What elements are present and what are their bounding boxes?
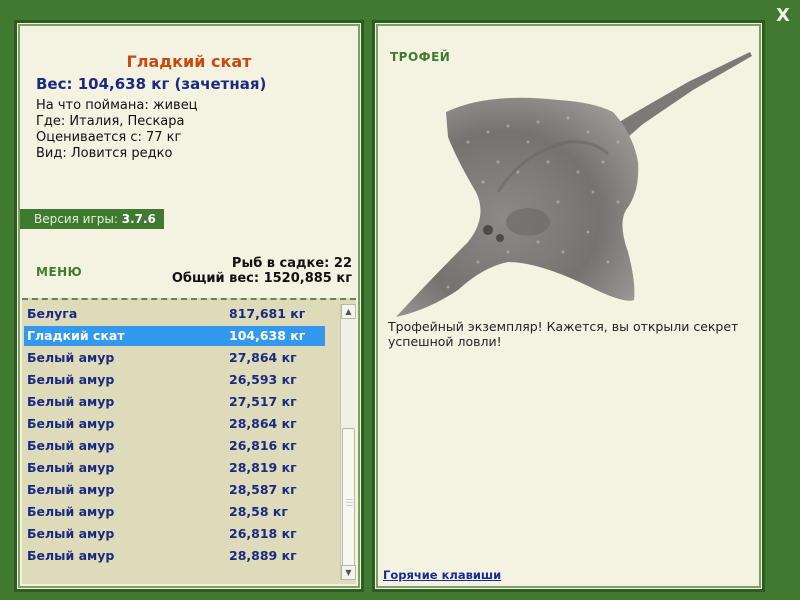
catch-list-item[interactable]: Белый амур 28,58 кг: [24, 502, 325, 522]
catch-list-scrollbar[interactable]: ▲ — — — ▼: [340, 304, 356, 580]
fish-place: Где: Италия, Пескара: [36, 114, 185, 129]
trophy-message: Трофейный экземпляр! Кажется, вы открыли…: [388, 319, 739, 349]
fish-name: Гладкий скат: [126, 52, 252, 71]
catch-list-item[interactable]: Белый амур 26,593 кг: [24, 370, 325, 390]
catch-list-item[interactable]: Белый амур 26,816 кг: [24, 436, 325, 456]
catch-fish-weight: 27,517 кг: [229, 394, 297, 409]
fish-rating: Оценивается с: 77 кг: [36, 130, 182, 145]
right-panel-inner: ТРОФЕЙ Трофейный экземпляр! Кажется, вы …: [380, 28, 757, 584]
catch-fish-weight: 28,58 кг: [229, 504, 288, 519]
left-panel-inner: Гладкий скат Вес: 104,638 кг (зачетная) …: [20, 28, 356, 584]
catch-list-item[interactable]: Белый амур 27,864 кг: [24, 348, 325, 368]
stingray-image: [396, 52, 752, 317]
fish-weight: Вес: 104,638 кг (зачетная): [36, 75, 267, 93]
scroll-up-icon[interactable]: ▲: [341, 304, 356, 319]
fish-kind: Вид: Ловится редко: [36, 146, 173, 161]
close-button[interactable]: X: [772, 5, 794, 27]
catch-list-item[interactable]: Белый амур 28,819 кг: [24, 458, 325, 478]
catch-fish-weight: 28,864 кг: [229, 416, 297, 431]
catch-list-item[interactable]: Белый амур 28,864 кг: [24, 414, 325, 434]
catch-list-item[interactable]: Белуга 817,681 кг: [24, 304, 325, 324]
catch-fish-weight: 26,816 кг: [229, 438, 297, 453]
catch-list-item[interactable]: Белый амур 28,587 кг: [24, 480, 325, 500]
catch-fish-name: Белый амур: [27, 548, 115, 563]
catch-fish-weight: 26,593 кг: [229, 372, 297, 387]
catch-fish-name: Белый амур: [27, 416, 115, 431]
left-panel: Гладкий скат Вес: 104,638 кг (зачетная) …: [14, 20, 364, 592]
catch-fish-name: Белый амур: [27, 526, 115, 541]
catch-fish-name: Белый амур: [27, 460, 115, 475]
menu-button[interactable]: МЕНЮ: [36, 265, 82, 279]
catch-fish-name: Белый амур: [27, 482, 115, 497]
catch-fish-weight: 104,638 кг: [229, 328, 306, 343]
catch-list-item[interactable]: Белый амур 26,818 кг: [24, 524, 325, 544]
catch-list-item[interactable]: Гладкий скат 104,638 кг: [24, 326, 325, 346]
total-weight: Общий вес: 1520,885 кг: [171, 271, 352, 286]
catch-fish-weight: 28,819 кг: [229, 460, 297, 475]
catch-fish-weight: 26,818 кг: [229, 526, 297, 541]
fish-bait: На что поймана: живец: [36, 98, 198, 113]
catch-list: Белуга 817,681 кг Гладкий скат 104,638 кг Бе…: [22, 298, 356, 584]
version-label: Версия игры:: [34, 212, 122, 226]
right-panel: ТРОФЕЙ Трофейный экземпляр! Кажется, вы …: [372, 20, 765, 592]
catch-list-item[interactable]: Белый амур 28,889 кг: [24, 546, 325, 566]
keepnet-stats: Рыб в садке: 22 Общий вес: 1520,885 кг: [172, 256, 352, 286]
catch-fish-name: Белый амур: [27, 394, 115, 409]
catch-fish-name: Белый амур: [27, 438, 115, 453]
catch-fish-name: Белый амур: [27, 504, 115, 519]
catch-fish-weight: 28,587 кг: [229, 482, 297, 497]
close-icon: X: [776, 5, 790, 26]
version-badge: Версия игры: 3.7.6: [20, 209, 164, 229]
scroll-grip-icon: — — —: [346, 495, 353, 509]
hotkeys-link[interactable]: Горячие клавиши: [383, 568, 501, 582]
catch-fish-name: Белый амур: [27, 372, 115, 387]
catch-fish-name: Белый амур: [27, 350, 115, 365]
catch-fish-weight: 28,889 кг: [229, 548, 297, 563]
version-value: 3.7.6: [121, 212, 156, 226]
scroll-thumb[interactable]: — — —: [342, 428, 355, 576]
catch-fish-name: Гладкий скат: [27, 328, 125, 343]
scroll-down-icon[interactable]: ▼: [341, 565, 356, 580]
catch-list-item[interactable]: Белый амур 27,517 кг: [24, 392, 325, 412]
fish-count: Рыб в садке: 22: [231, 256, 352, 271]
catch-fish-weight: 27,864 кг: [229, 350, 297, 365]
catch-fish-weight: 817,681 кг: [229, 306, 306, 321]
catch-fish-name: Белуга: [27, 306, 78, 321]
